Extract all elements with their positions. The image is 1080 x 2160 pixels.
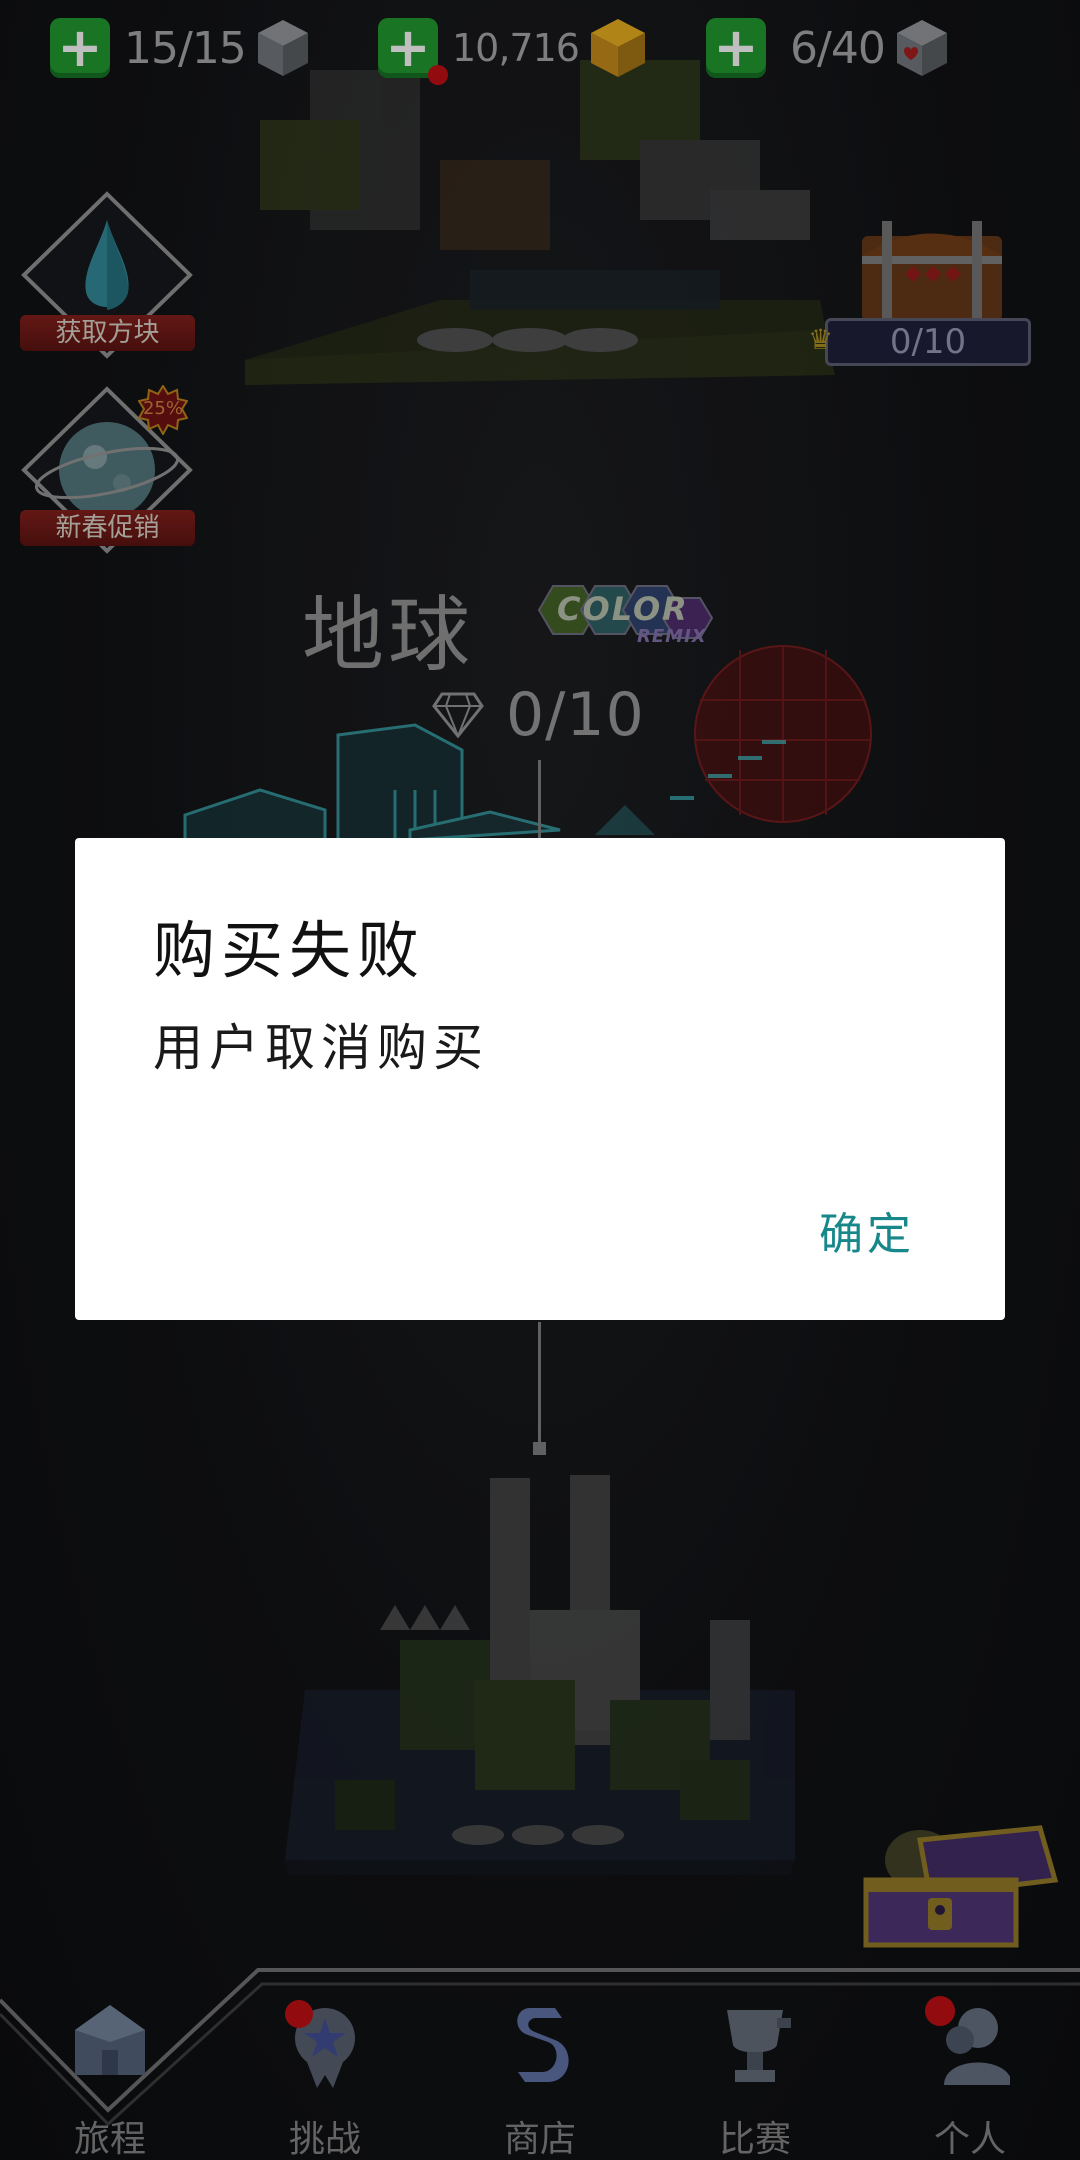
purchase-failed-dialog: 购买失败 用户取消购买 确定 [75, 838, 1005, 1320]
dialog-title: 购买失败 [153, 914, 426, 987]
dialog-message: 用户取消购买 [153, 1019, 489, 1077]
confirm-button[interactable]: 确定 [819, 1198, 915, 1262]
game-screen: + 15/15 + 10,716 + 6/40 获取方块 新春促销 25% ♛ … [0, 0, 1080, 2160]
